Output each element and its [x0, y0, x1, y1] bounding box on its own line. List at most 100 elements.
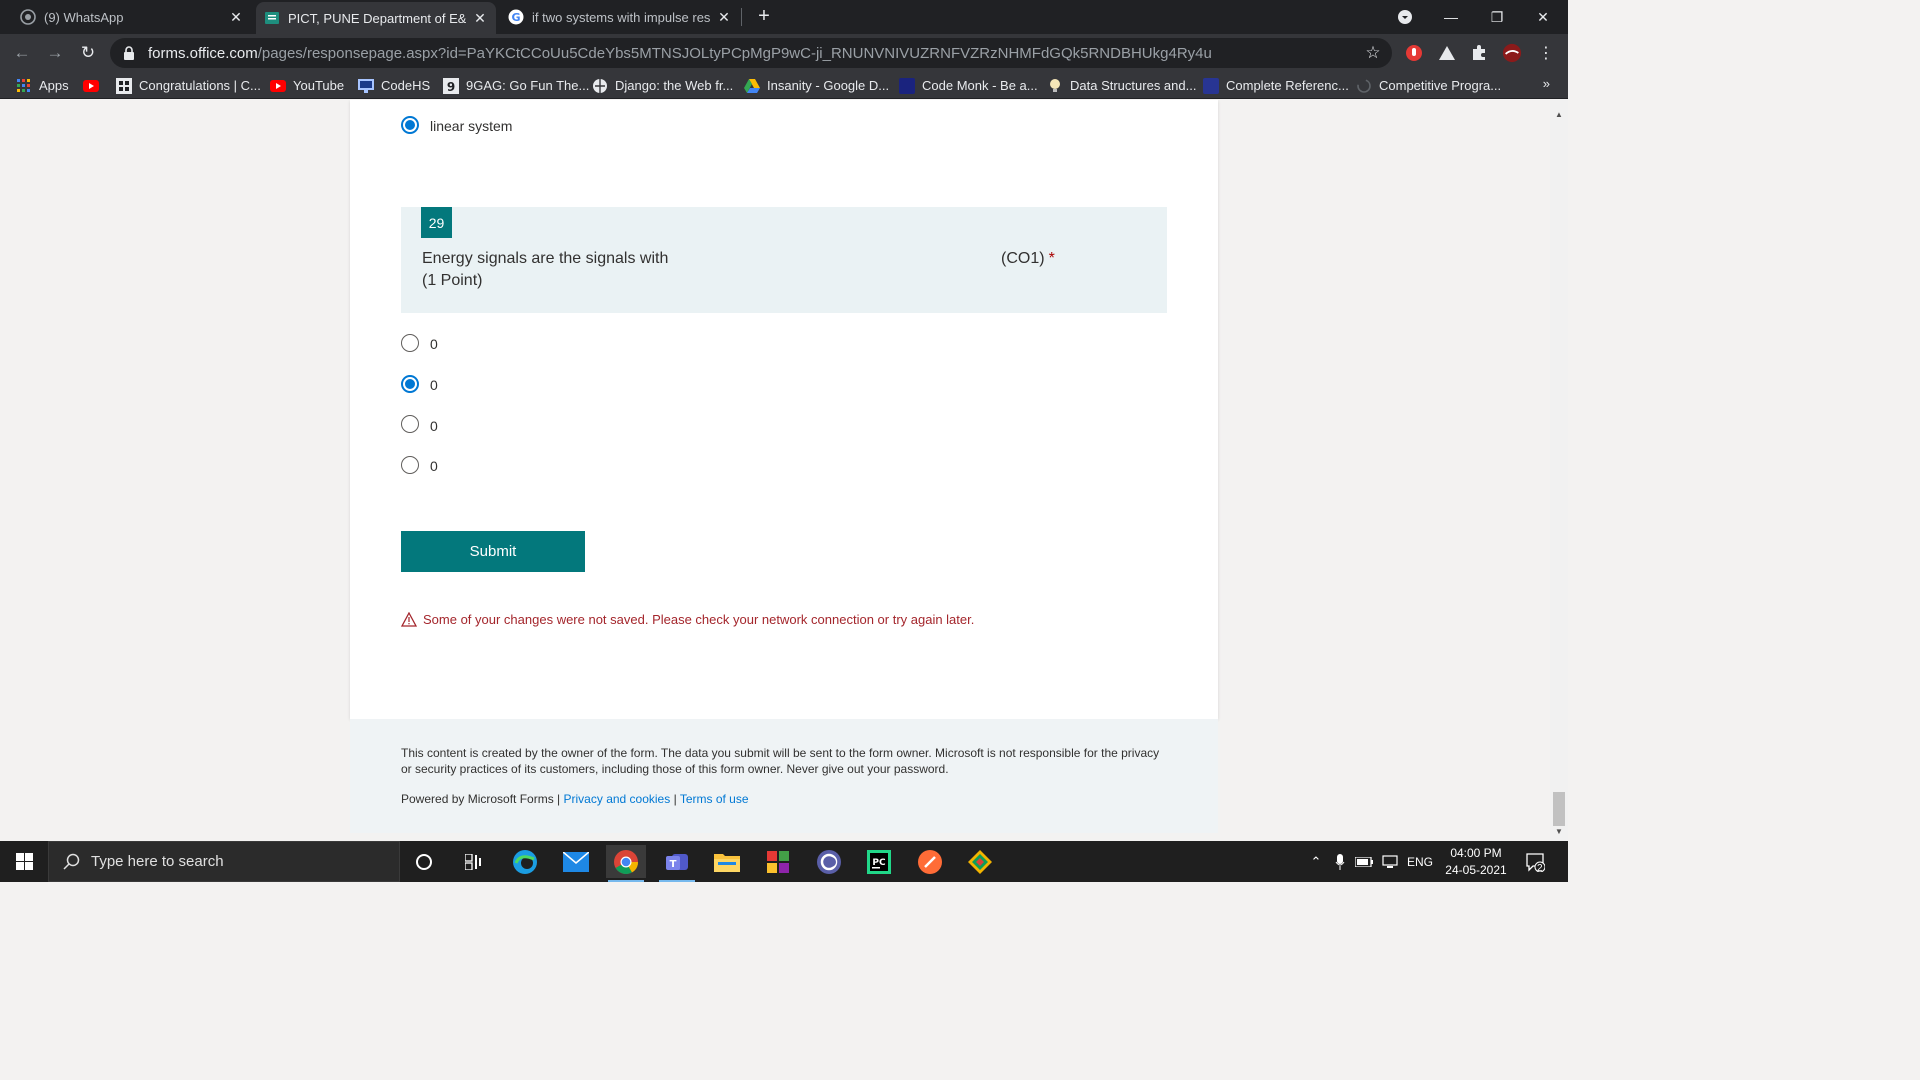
bookmark-youtube-shortcut[interactable]: [83, 76, 106, 95]
tab-title: if two systems with impulse response: [532, 9, 710, 25]
link-separator: |: [673, 792, 677, 806]
task-view-icon[interactable]: [454, 845, 494, 878]
taskbar-search[interactable]: Type here to search: [48, 841, 400, 882]
action-center-button[interactable]: 2: [1524, 841, 1546, 882]
address-bar[interactable]: forms.office.com/pages/responsepage.aspx…: [110, 38, 1392, 68]
close-icon[interactable]: ✕: [228, 9, 244, 25]
google-icon: G: [508, 9, 524, 25]
option-label: 0: [430, 377, 438, 393]
scrollbar-thumb[interactable]: [1553, 792, 1565, 826]
tab-google-search[interactable]: G if two systems with impulse response ✕: [500, 0, 740, 34]
radio-option-2[interactable]: [401, 375, 419, 393]
tab-search-button[interactable]: [1382, 0, 1428, 34]
bookmark-star-icon[interactable]: ☆: [1364, 43, 1382, 62]
close-icon[interactable]: ✕: [472, 10, 488, 26]
bookmarks-bar: Apps Congratulations | C... YouTube Code…: [0, 72, 1568, 99]
close-window-button[interactable]: ✕: [1520, 0, 1566, 34]
bookmark-apps[interactable]: Apps: [16, 76, 69, 95]
radio-linear-system[interactable]: [401, 116, 419, 134]
google-drive-icon: [744, 78, 760, 94]
microphone-icon[interactable]: [1332, 841, 1348, 882]
warning-icon: [401, 611, 417, 627]
bookmark-codehs[interactable]: CodeHS: [358, 76, 430, 95]
terms-link[interactable]: Terms of use: [680, 792, 749, 806]
cortana-icon[interactable]: [404, 845, 444, 878]
forward-button[interactable]: →: [43, 41, 67, 65]
privacy-link[interactable]: Privacy and cookies: [564, 792, 671, 806]
lock-icon: [122, 46, 136, 60]
new-tab-button[interactable]: +: [753, 5, 775, 27]
apps-grid-icon: [16, 78, 32, 94]
radio-option-3[interactable]: [401, 415, 419, 433]
bookmark-label: Django: the Web fr...: [615, 78, 734, 93]
scroll-down-icon[interactable]: ▼: [1555, 827, 1563, 836]
tab-separator: [741, 8, 742, 26]
youtube-icon: [270, 78, 286, 94]
taskbar-clock[interactable]: 04:00 PM 24-05-2021: [1438, 845, 1514, 879]
submit-button[interactable]: Submit: [401, 531, 585, 572]
clock-time: 04:00 PM: [1450, 846, 1502, 860]
browser-toolbar: ← → ↻ forms.office.com/pages/responsepag…: [0, 34, 1568, 72]
radio-option-4[interactable]: [401, 456, 419, 474]
tab-whatsapp[interactable]: (9) WhatsApp ✕: [12, 0, 252, 34]
bookmark-youtube[interactable]: YouTube: [270, 76, 344, 95]
error-text: Some of your changes were not saved. Ple…: [423, 611, 975, 627]
bookmark-django[interactable]: Django: the Web fr...: [592, 76, 733, 95]
bookmark-data-structures[interactable]: Data Structures and...: [1047, 76, 1196, 95]
reload-button[interactable]: ↻: [76, 41, 100, 65]
bookmark-label: 9GAG: Go Fun The...: [466, 78, 590, 93]
extension-red-icon[interactable]: [1404, 43, 1424, 63]
profile-avatar[interactable]: [1502, 43, 1522, 63]
bookmark-9gag[interactable]: 9 9GAG: Go Fun The...: [443, 76, 589, 95]
forms-icon: [264, 10, 280, 26]
bookmark-codemonk[interactable]: Code Monk - Be a...: [899, 76, 1038, 95]
svg-text:PC: PC: [872, 858, 886, 868]
eclipse-icon[interactable]: [809, 845, 849, 878]
minimize-button[interactable]: —: [1428, 0, 1474, 34]
edge-icon[interactable]: [505, 845, 545, 878]
scroll-up-icon[interactable]: ▲: [1555, 110, 1563, 119]
vertical-scrollbar[interactable]: ▲ ▼: [1550, 100, 1568, 841]
bulb-icon: [1047, 78, 1063, 94]
extensions-puzzle-icon[interactable]: [1469, 43, 1489, 63]
teams-icon[interactable]: T: [657, 845, 697, 882]
hackerearth-icon: [116, 77, 132, 94]
form-footer: This content is created by the owner of …: [350, 719, 1218, 833]
start-button[interactable]: [0, 841, 48, 882]
option-label: 0: [430, 336, 438, 352]
powered-by-text: Powered by Microsoft Forms |: [401, 792, 561, 806]
chrome-icon[interactable]: [606, 845, 646, 882]
git-gui-icon[interactable]: [960, 845, 1000, 878]
back-button[interactable]: ←: [10, 41, 34, 65]
browser-tabstrip: (9) WhatsApp ✕ PICT, PUNE Department of …: [0, 0, 1568, 34]
battery-icon[interactable]: [1354, 841, 1374, 882]
network-icon[interactable]: [1380, 841, 1400, 882]
loading-icon: [1356, 78, 1372, 94]
office-apps-icon[interactable]: [758, 845, 798, 878]
bookmark-label: Code Monk - Be a...: [922, 78, 1038, 93]
chevron-down-icon: [1398, 10, 1412, 24]
bookmark-congratulations[interactable]: Congratulations | C...: [116, 76, 261, 95]
show-hidden-icons-chevron[interactable]: ⌃: [1308, 841, 1324, 882]
file-explorer-icon[interactable]: [707, 845, 747, 878]
bookmarks-overflow-button[interactable]: »: [1543, 76, 1550, 91]
radio-option-1[interactable]: [401, 334, 419, 352]
extension-drive-icon[interactable]: [1437, 43, 1457, 63]
tab-title: PICT, PUNE Department of E&TC: [288, 10, 466, 26]
menu-kebab-icon[interactable]: ⋮: [1536, 43, 1556, 63]
restore-button[interactable]: ❐: [1474, 0, 1520, 34]
language-indicator[interactable]: ENG: [1406, 841, 1434, 882]
powered-by-line: Powered by Microsoft Forms | Privacy and…: [401, 792, 749, 806]
close-icon[interactable]: ✕: [716, 9, 732, 25]
save-error-message: Some of your changes were not saved. Ple…: [401, 611, 974, 627]
mail-icon[interactable]: [556, 845, 596, 878]
pycharm-icon[interactable]: PC: [859, 845, 899, 878]
globe-icon: [592, 78, 608, 94]
tab-forms[interactable]: PICT, PUNE Department of E&TC ✕: [256, 2, 496, 34]
bookmark-insanity[interactable]: Insanity - Google D...: [744, 76, 889, 95]
bookmark-competitive-programming[interactable]: Competitive Progra...: [1356, 76, 1501, 95]
bookmark-complete-reference[interactable]: Complete Referenc...: [1203, 76, 1349, 95]
search-icon: [63, 853, 80, 870]
windows-logo-icon: [15, 853, 33, 870]
postman-icon[interactable]: [910, 845, 950, 878]
